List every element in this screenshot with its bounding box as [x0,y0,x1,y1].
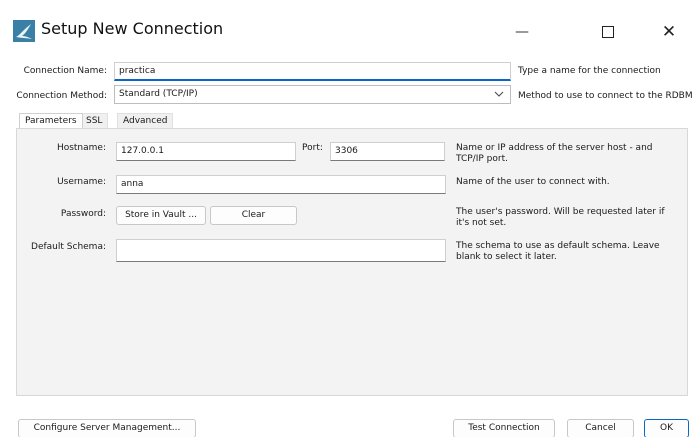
clear-password-button[interactable]: Clear [210,206,297,225]
test-connection-button[interactable]: Test Connection [453,419,555,437]
ok-button[interactable]: OK [644,419,689,437]
minimize-button[interactable]: — [499,14,545,50]
username-help: Name of the user to connect with. [456,177,610,187]
tab-parameters[interactable]: Parameters [19,113,83,128]
title-bar: Setup New Connection — ✕ [0,0,692,56]
close-button[interactable]: ✕ [646,14,692,50]
connection-method-value: Standard (TCP/IP) [119,89,198,99]
connection-name-label: Connection Name: [23,66,107,76]
hostname-input[interactable]: 127.0.0.1 [116,142,296,161]
password-label: Password: [60,209,106,219]
cancel-button[interactable]: Cancel [567,419,634,437]
chevron-down-icon [494,86,504,109]
window-title: Setup New Connection [41,19,224,38]
hostname-help: Name or IP address of the server host - … [456,143,653,164]
username-input[interactable]: anna [116,175,446,194]
password-help: The user's password. Will be requested l… [456,207,665,228]
connection-name-help: Type a name for the connection [518,66,661,76]
mysql-workbench-dolphin-icon [13,20,35,42]
tab-ssl[interactable]: SSL [80,113,109,128]
store-in-vault-button[interactable]: Store in Vault ... [116,206,206,225]
close-icon: ✕ [661,22,677,42]
default-schema-label: Default Schema: [31,242,106,252]
default-schema-input[interactable] [116,239,446,262]
minimize-icon: — [515,24,529,40]
port-input[interactable]: 3306 [330,142,445,161]
maximize-button[interactable] [585,14,631,50]
port-label: Port: [302,143,323,153]
username-label: Username: [57,177,106,187]
maximize-icon [602,26,614,38]
connection-method-select[interactable]: Standard (TCP/IP) [114,85,511,104]
tab-advanced[interactable]: Advanced [117,113,174,128]
hostname-label: Hostname: [56,143,106,153]
connection-method-help: Method to use to connect to the RDBMS [518,91,692,101]
configure-server-management-button[interactable]: Configure Server Management... [18,419,196,437]
connection-method-label: Connection Method: [16,91,107,101]
default-schema-help: The schema to use as default schema. Lea… [456,241,660,262]
connection-name-input[interactable]: practica [114,62,511,81]
